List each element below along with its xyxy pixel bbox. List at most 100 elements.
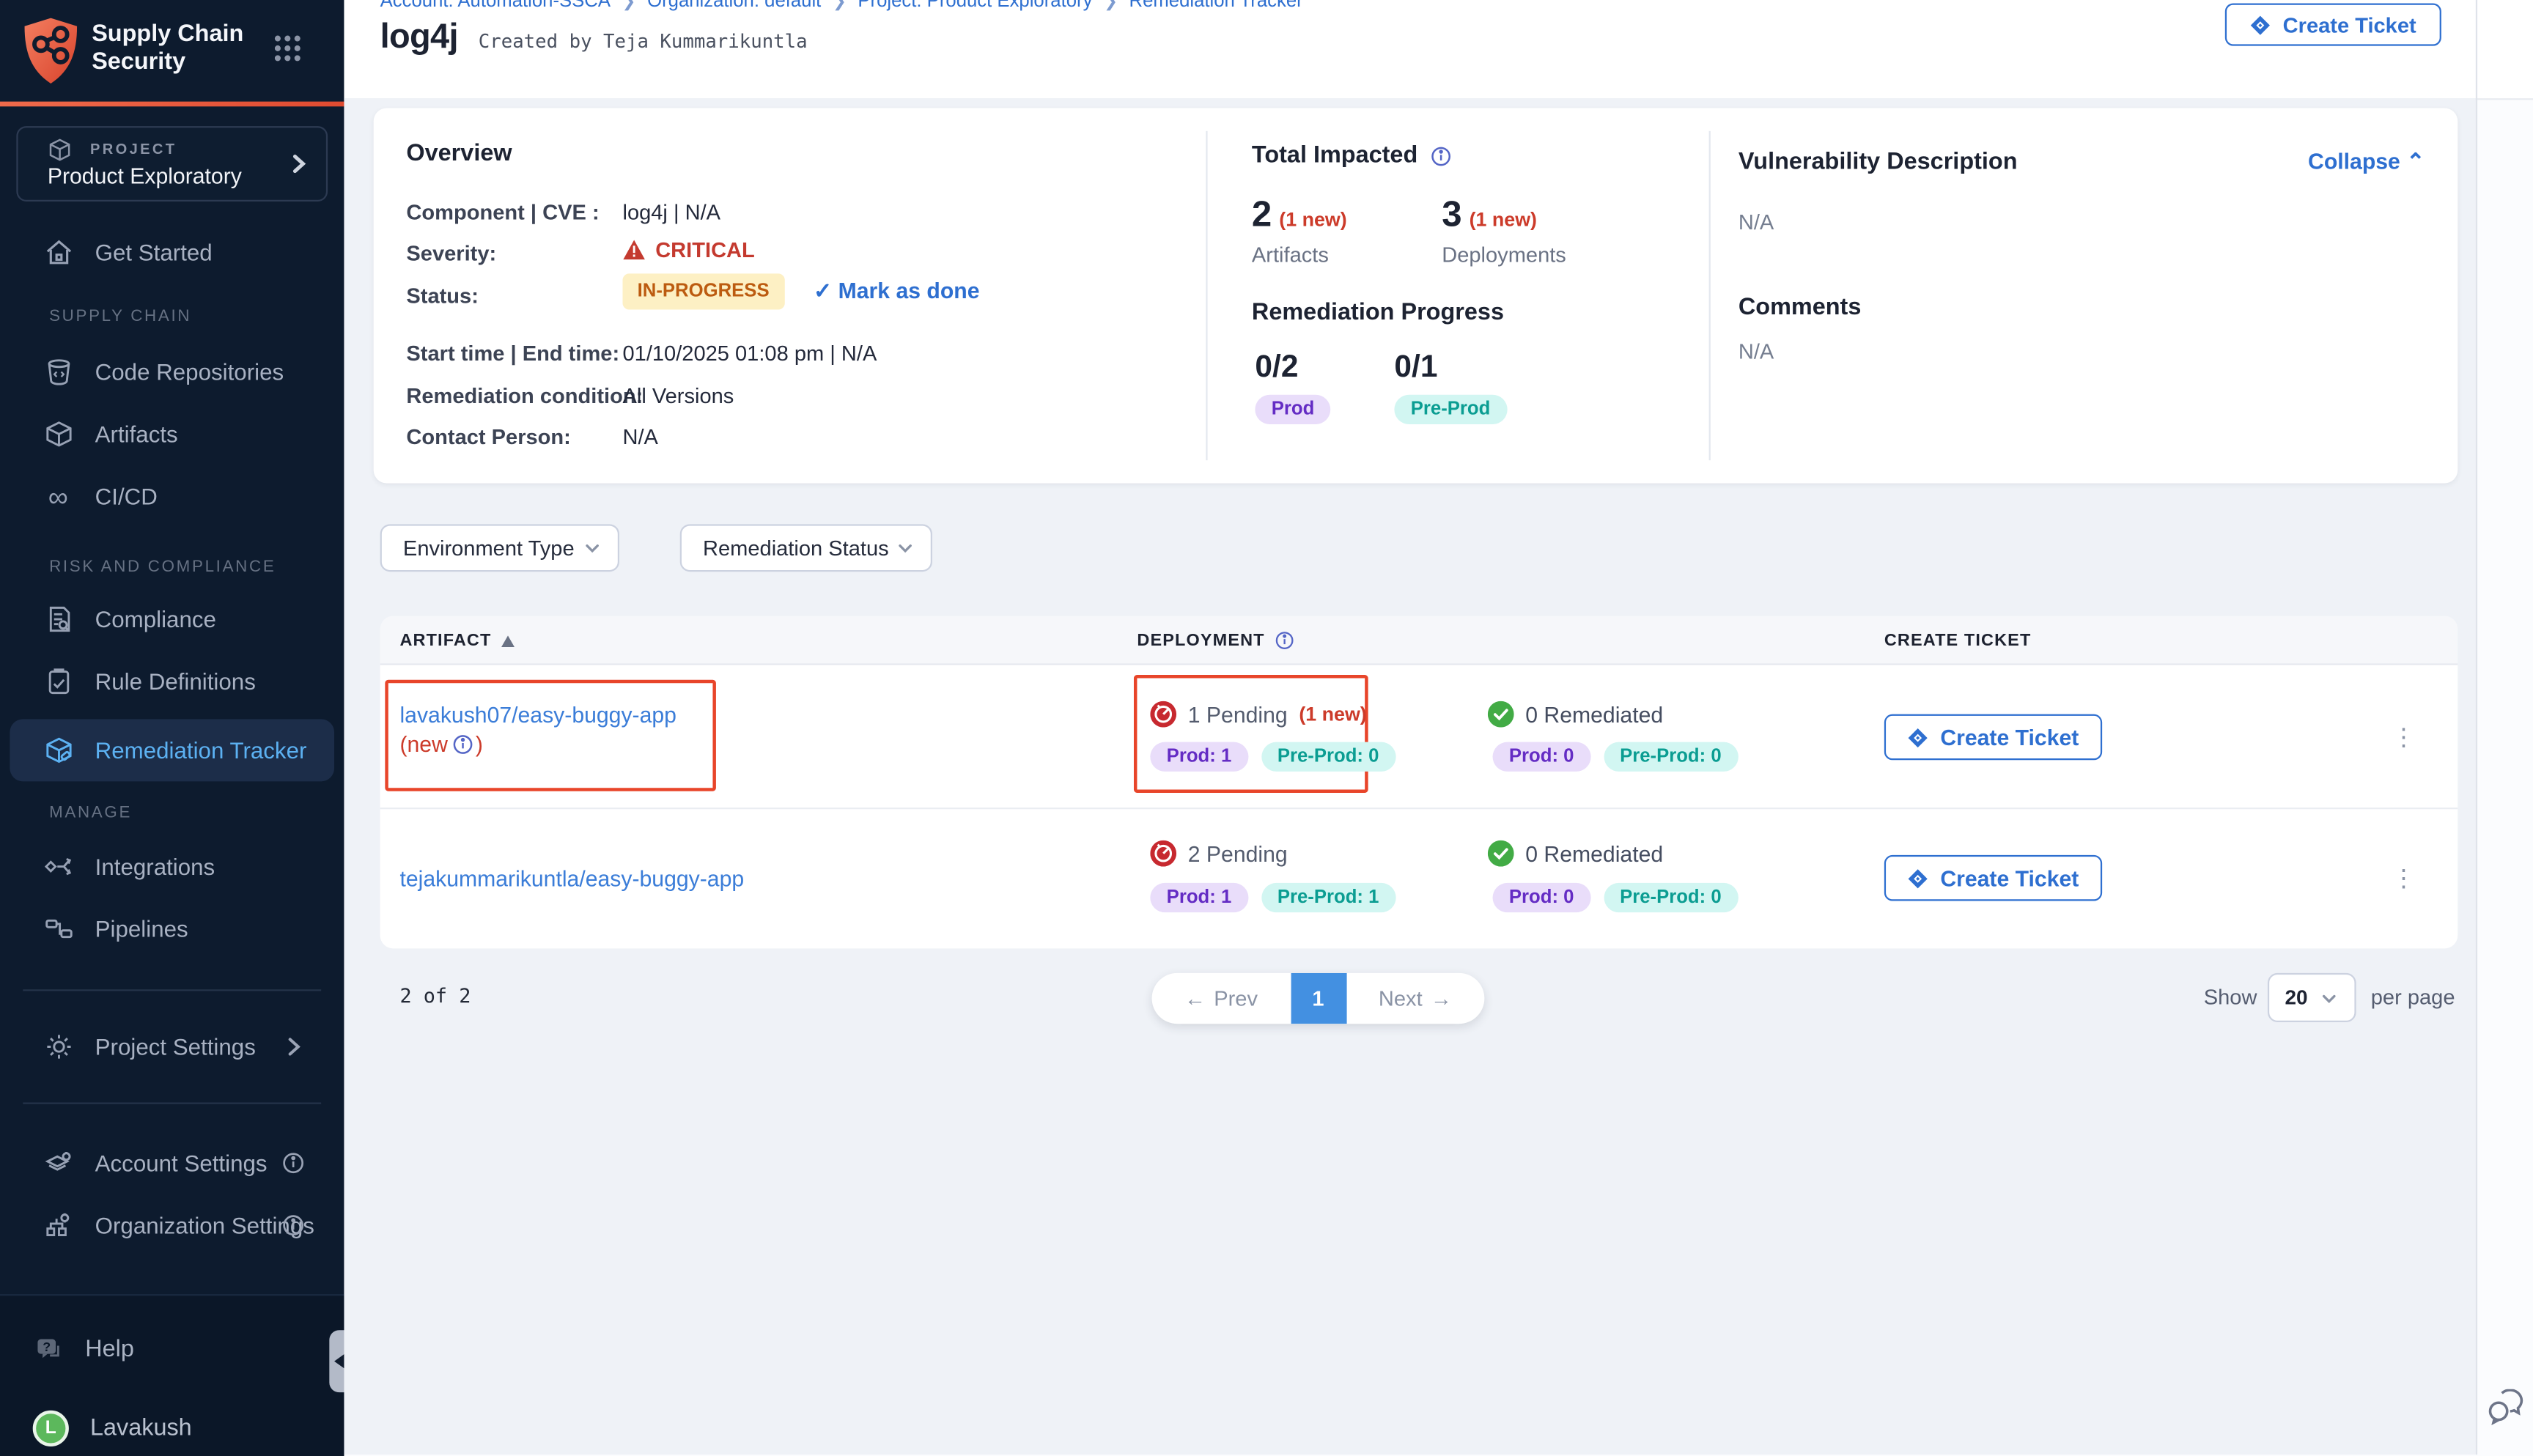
chevron-right-icon xyxy=(287,152,309,175)
home-icon xyxy=(43,237,73,267)
collapse-link[interactable]: Collapse ⌃ xyxy=(2308,149,2425,175)
pagination-summary: 2 of 2 xyxy=(399,985,471,1008)
artifact-cell: lavakush07/easy-buggy-app (new) xyxy=(399,700,701,761)
contact-value: N/A xyxy=(622,424,657,449)
component-cve-label: Component | CVE : xyxy=(406,200,599,225)
breadcrumb-project[interactable]: Project: Product Exploratory xyxy=(858,0,1092,12)
project-cube-icon xyxy=(48,138,73,163)
show-label: Show xyxy=(2204,985,2257,1010)
create-ticket-button-header[interactable]: Create Ticket xyxy=(2225,3,2441,45)
breadcrumb-separator: ❯ xyxy=(622,0,636,12)
pending-icon xyxy=(1150,840,1176,867)
total-impacted-heading-row: Total Impacted xyxy=(1252,142,1452,169)
sidebar-item-label: Code Repositories xyxy=(95,359,284,385)
sidebar: Supply Chain Security PROJECT Product Ex… xyxy=(0,0,344,1455)
remediation-table: ARTIFACT DEPLOYMENT CREATE TICKET lavaku… xyxy=(380,616,2458,949)
avatar: L xyxy=(33,1411,69,1446)
sidebar-item-help[interactable]: ? Help xyxy=(13,1326,311,1375)
page-size-select[interactable]: 20 xyxy=(2268,973,2356,1022)
remediated-check-icon xyxy=(1488,701,1514,728)
info-icon[interactable] xyxy=(453,734,474,755)
chevron-right-icon xyxy=(282,1035,305,1058)
artifact-link[interactable]: lavakush07/easy-buggy-app xyxy=(399,703,676,728)
module-grid-icon[interactable] xyxy=(273,34,301,62)
severity-label: Severity: xyxy=(406,241,496,266)
sidebar-item-pipelines[interactable]: Pipelines xyxy=(23,904,321,953)
pending-icon xyxy=(1150,701,1176,728)
breadcrumb-account[interactable]: Account: Automation-SSCA xyxy=(380,0,611,12)
layers-gear-icon xyxy=(43,1148,73,1178)
remediation-status-filter[interactable]: Remediation Status xyxy=(680,524,932,572)
user-name: Lavakush xyxy=(90,1415,192,1441)
severity-value: CRITICAL xyxy=(622,237,754,262)
per-page-label: per page xyxy=(2371,985,2455,1010)
sidebar-footer: ? Help L Lavakush xyxy=(0,1294,344,1456)
app-title: Supply Chain Security xyxy=(92,21,243,77)
chevron-down-icon xyxy=(583,539,602,557)
breadcrumb-current[interactable]: Remediation Tracker xyxy=(1129,0,1303,12)
overview-divider xyxy=(1709,131,1711,460)
column-artifact[interactable]: ARTIFACT xyxy=(399,631,514,651)
prev-page-button[interactable]: ←Prev xyxy=(1152,973,1291,1024)
deployments-label: Deployments xyxy=(1442,243,1566,267)
environment-type-filter[interactable]: Environment Type xyxy=(380,524,619,572)
preprod-badge: Pre-Prod: 1 xyxy=(1261,883,1395,912)
comments-heading: Comments xyxy=(1739,295,1862,321)
support-chat-icon[interactable] xyxy=(2487,1389,2526,1425)
sidebar-divider xyxy=(23,1102,321,1104)
vulnerability-description-value: N/A xyxy=(1739,210,1774,234)
pagination: ←Prev 1 Next→ xyxy=(1152,973,1485,1024)
user-menu[interactable]: L Lavakush xyxy=(13,1404,311,1453)
chevron-down-icon xyxy=(896,539,915,557)
sidebar-item-label: Remediation Tracker xyxy=(95,737,307,764)
row-menu-kebab[interactable]: ⋮ xyxy=(2389,855,2418,901)
sidebar-item-code-repositories[interactable]: Code Repositories xyxy=(23,347,321,396)
artifact-link[interactable]: tejakummarikuntla/easy-buggy-app xyxy=(399,867,744,892)
total-impacted-heading: Total Impacted xyxy=(1252,142,1417,169)
artifacts-label: Artifacts xyxy=(1252,243,1347,267)
sidebar-item-compliance[interactable]: Compliance xyxy=(23,594,321,643)
sidebar-item-remediation-tracker[interactable]: Remediation Tracker xyxy=(10,719,334,781)
breadcrumb-organization[interactable]: Organization: default xyxy=(647,0,821,12)
table-row: lavakush07/easy-buggy-app (new) 1 Pendin… xyxy=(380,665,2458,810)
pending-badges: Prod: 1 Pre-Prod: 1 xyxy=(1150,883,1395,912)
help-chat-icon: ? xyxy=(33,1334,64,1365)
mark-as-done-link[interactable]: ✓ Mark as done xyxy=(814,278,980,305)
info-icon[interactable] xyxy=(1275,631,1294,651)
preprod-badge: Pre-Prod xyxy=(1394,395,1506,424)
sidebar-item-organization-settings[interactable]: Organization Settings xyxy=(23,1201,321,1250)
sidebar-item-rule-definitions[interactable]: Rule Definitions xyxy=(23,657,321,706)
vulnerability-description-heading: Vulnerability Description xyxy=(1739,149,2018,175)
sidebar-item-label: Integrations xyxy=(95,854,215,880)
prod-badge: Prod: 0 xyxy=(1493,883,1590,912)
create-ticket-button-row[interactable]: Create Ticket xyxy=(1884,855,2102,901)
current-page-button[interactable]: 1 xyxy=(1290,973,1346,1024)
info-icon[interactable] xyxy=(1431,145,1452,166)
org-hierarchy-icon xyxy=(43,1210,73,1241)
sidebar-item-integrations[interactable]: Integrations xyxy=(23,842,321,891)
create-ticket-button-row[interactable]: Create Ticket xyxy=(1884,714,2102,761)
artifact-cell: tejakummarikuntla/easy-buggy-app xyxy=(399,863,744,894)
sidebar-item-project-settings[interactable]: Project Settings xyxy=(23,1022,321,1071)
overview-heading: Overview xyxy=(406,141,512,167)
next-page-button[interactable]: Next→ xyxy=(1346,973,1484,1024)
artifacts-cube-icon xyxy=(43,418,73,449)
sidebar-divider xyxy=(23,989,321,991)
time-value: 01/10/2025 01:08 pm | N/A xyxy=(622,341,877,366)
svg-text:?: ? xyxy=(42,1339,50,1354)
prod-badge: Prod: 0 xyxy=(1493,742,1590,772)
compliance-doc-icon xyxy=(43,604,73,635)
sidebar-item-get-started[interactable]: Get Started xyxy=(23,228,321,277)
prod-badge: Prod xyxy=(1255,395,1330,424)
sidebar-item-artifacts[interactable]: Artifacts xyxy=(23,410,321,459)
row-menu-kebab[interactable]: ⋮ xyxy=(2389,714,2418,761)
integrations-icon xyxy=(43,851,73,882)
breadcrumb-separator: ❯ xyxy=(833,0,847,12)
sidebar-item-account-settings[interactable]: Account Settings xyxy=(23,1139,321,1188)
overview-divider xyxy=(1206,131,1207,460)
collapse-arrow-icon xyxy=(333,1353,345,1370)
clipboard-check-icon xyxy=(43,666,73,697)
sidebar-item-cicd[interactable]: ∞ CI/CD xyxy=(23,472,321,521)
sort-asc-icon xyxy=(501,635,515,646)
project-selector[interactable]: PROJECT Product Exploratory xyxy=(16,126,328,202)
